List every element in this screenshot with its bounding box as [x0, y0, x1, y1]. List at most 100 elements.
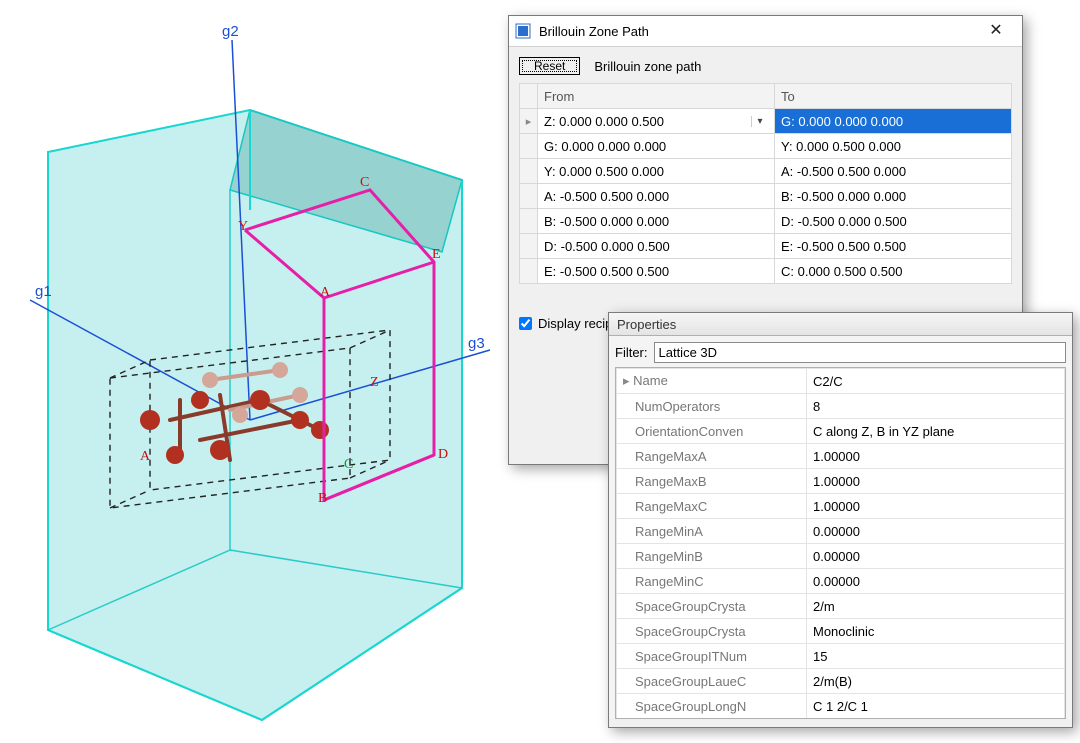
bz-path-table[interactable]: From To ▸Z: 0.000 0.000 0.500▾G: 0.000 0… [519, 83, 1012, 284]
svg-text:A: A [320, 285, 331, 300]
table-row[interactable]: B: -0.500 0.000 0.000D: -0.500 0.000 0.5… [520, 209, 1012, 234]
property-row[interactable]: NameC2/C [617, 369, 1065, 394]
to-cell[interactable]: B: -0.500 0.000 0.000 [775, 184, 1012, 209]
display-recip-checkbox[interactable]: Display recip [519, 316, 612, 331]
property-key: RangeMaxA [617, 444, 807, 469]
axis-label-g1: g1 [35, 283, 52, 300]
property-row[interactable]: SpaceGroupITNum15 [617, 644, 1065, 669]
to-cell[interactable]: D: -0.500 0.000 0.500 [775, 209, 1012, 234]
to-cell[interactable]: G: 0.000 0.000 0.000 [775, 109, 1012, 134]
chevron-down-icon[interactable]: ▾ [751, 116, 768, 127]
reset-button[interactable]: Reset [519, 57, 580, 75]
property-row[interactable]: RangeMaxB1.00000 [617, 469, 1065, 494]
col-from[interactable]: From [538, 84, 775, 109]
table-row[interactable]: G: 0.000 0.000 0.000Y: 0.000 0.500 0.000 [520, 134, 1012, 159]
property-value[interactable]: 8 [807, 394, 1065, 419]
property-row[interactable]: SpaceGroupLongNC 1 2/C 1 [617, 694, 1065, 719]
to-cell[interactable]: E: -0.500 0.500 0.500 [775, 234, 1012, 259]
axis-label-g3: g3 [468, 335, 485, 352]
property-value[interactable]: 0.00000 [807, 544, 1065, 569]
titlebar[interactable]: Brillouin Zone Path ✕ [509, 16, 1022, 47]
property-row[interactable]: RangeMinB0.00000 [617, 544, 1065, 569]
checkbox-input[interactable] [519, 317, 532, 330]
property-value[interactable]: 15 [807, 644, 1065, 669]
from-cell[interactable]: D: -0.500 0.000 0.500 [538, 234, 775, 259]
property-value[interactable]: 1.00000 [807, 494, 1065, 519]
property-key: RangeMaxC [617, 494, 807, 519]
property-value[interactable]: B-Unique,Cell 1 [807, 719, 1065, 720]
from-cell[interactable]: A: -0.500 0.500 0.000 [538, 184, 775, 209]
svg-text:C: C [344, 457, 353, 472]
col-to[interactable]: To [775, 84, 1012, 109]
from-cell[interactable]: E: -0.500 0.500 0.500 [538, 259, 775, 284]
property-value[interactable]: C 1 2/C 1 [807, 694, 1065, 719]
close-icon[interactable]: ✕ [976, 23, 1016, 39]
property-row[interactable]: SpaceGroupCrystaMonoclinic [617, 619, 1065, 644]
svg-text:Z: Z [370, 375, 379, 390]
property-row[interactable]: RangeMinA0.00000 [617, 519, 1065, 544]
svg-text:B: B [318, 491, 327, 506]
svg-text:A: A [140, 449, 151, 464]
table-row[interactable]: ▸Z: 0.000 0.000 0.500▾G: 0.000 0.000 0.0… [520, 109, 1012, 134]
section-label: Brillouin zone path [594, 59, 701, 74]
svg-text:C: C [360, 175, 369, 190]
table-row[interactable]: D: -0.500 0.000 0.500E: -0.500 0.500 0.5… [520, 234, 1012, 259]
property-row[interactable]: OrientationConvenC along Z, B in YZ plan… [617, 419, 1065, 444]
table-row[interactable]: A: -0.500 0.500 0.000B: -0.500 0.000 0.0… [520, 184, 1012, 209]
table-row[interactable]: Y: 0.000 0.500 0.000A: -0.500 0.500 0.00… [520, 159, 1012, 184]
property-key: SpaceGroupCrysta [617, 619, 807, 644]
from-cell[interactable]: Y: 0.000 0.500 0.000 [538, 159, 775, 184]
property-key: SpaceGroupLaueC [617, 669, 807, 694]
to-cell[interactable]: C: 0.000 0.500 0.500 [775, 259, 1012, 284]
property-row[interactable]: RangeMaxC1.00000 [617, 494, 1065, 519]
svg-text:D: D [438, 447, 448, 462]
filter-input[interactable] [654, 342, 1067, 363]
from-cell[interactable]: Z: 0.000 0.000 0.500▾ [538, 109, 775, 134]
row-gutter[interactable]: ▸ [520, 109, 538, 134]
properties-table[interactable]: NameC2/CNumOperators8OrientationConvenC … [616, 368, 1065, 719]
property-row[interactable]: RangeMinC0.00000 [617, 569, 1065, 594]
row-gutter[interactable] [520, 184, 538, 209]
property-key: NumOperators [617, 394, 807, 419]
property-value[interactable]: 2/m [807, 594, 1065, 619]
to-cell[interactable]: Y: 0.000 0.500 0.000 [775, 134, 1012, 159]
row-gutter[interactable] [520, 134, 538, 159]
from-cell[interactable]: B: -0.500 0.000 0.000 [538, 209, 775, 234]
property-key: RangeMinA [617, 519, 807, 544]
property-row[interactable]: SpaceGroupCrysta2/m [617, 594, 1065, 619]
properties-title: Properties [617, 317, 676, 332]
row-gutter[interactable] [520, 159, 538, 184]
dialog-title: Brillouin Zone Path [539, 24, 976, 39]
property-key: OrientationConven [617, 419, 807, 444]
property-row[interactable]: RangeMaxA1.00000 [617, 444, 1065, 469]
table-row[interactable]: E: -0.500 0.500 0.500C: 0.000 0.500 0.50… [520, 259, 1012, 284]
property-value[interactable]: 0.00000 [807, 519, 1065, 544]
property-key: RangeMaxB [617, 469, 807, 494]
property-row[interactable]: SpaceGroupLaueC2/m(B) [617, 669, 1065, 694]
checkbox-label: Display recip [538, 316, 612, 331]
row-gutter[interactable] [520, 259, 538, 284]
property-value[interactable]: C2/C [807, 369, 1065, 394]
property-key: Name [617, 369, 807, 394]
table-gutter-header [520, 84, 538, 109]
property-value[interactable]: C along Z, B in YZ plane [807, 419, 1065, 444]
property-value[interactable]: 1.00000 [807, 469, 1065, 494]
property-value[interactable]: 2/m(B) [807, 669, 1065, 694]
svg-text:E: E [432, 247, 441, 262]
properties-titlebar[interactable]: Properties [609, 313, 1072, 336]
axis-label-g2: g2 [222, 23, 239, 40]
property-row[interactable]: SpaceGroupQualifieB-Unique,Cell 1 [617, 719, 1065, 720]
from-cell[interactable]: G: 0.000 0.000 0.000 [538, 134, 775, 159]
row-gutter[interactable] [520, 209, 538, 234]
property-value[interactable]: 0.00000 [807, 569, 1065, 594]
property-key: SpaceGroupQualifie [617, 719, 807, 720]
property-key: SpaceGroupCrysta [617, 594, 807, 619]
properties-panel: Properties Filter: NameC2/CNumOperators8… [608, 312, 1073, 728]
property-row[interactable]: NumOperators8 [617, 394, 1065, 419]
row-gutter[interactable] [520, 234, 538, 259]
property-key: SpaceGroupLongN [617, 694, 807, 719]
property-value[interactable]: Monoclinic [807, 619, 1065, 644]
viewport-3d[interactable]: g1 g2 g3 [0, 0, 510, 743]
property-value[interactable]: 1.00000 [807, 444, 1065, 469]
to-cell[interactable]: A: -0.500 0.500 0.000 [775, 159, 1012, 184]
